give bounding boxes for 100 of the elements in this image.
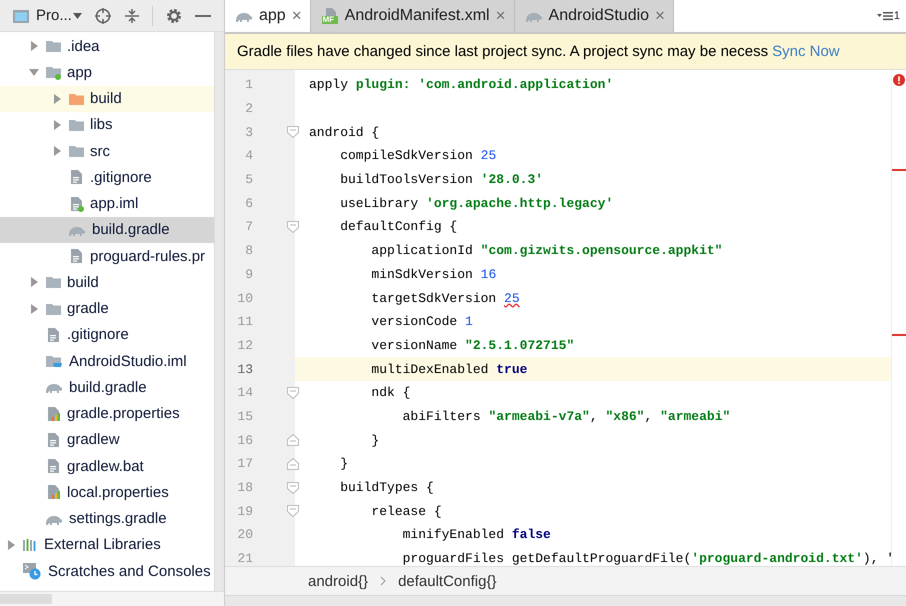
line-number: 17 — [236, 456, 253, 472]
fold-marker-icon[interactable] — [287, 386, 299, 399]
document-icon — [68, 196, 84, 212]
settings-icon[interactable] — [164, 6, 183, 24]
code-line: compileSdkVersion 25 — [339, 148, 496, 164]
line-number: 19 — [236, 504, 253, 519]
folder-icon — [45, 64, 61, 80]
fold-marker-icon[interactable] — [287, 505, 299, 518]
list-icon — [876, 11, 893, 21]
line-number: 14 — [236, 385, 253, 400]
code-line: } — [339, 456, 348, 472]
fold-marker-icon[interactable] — [287, 434, 299, 446]
fold-marker-icon[interactable] — [287, 458, 299, 470]
tree-item[interactable]: build — [0, 269, 214, 296]
tree-item[interactable]: gradlew.bat — [0, 453, 214, 480]
code-line: buildToolsVersion '28.0.3' — [339, 172, 544, 188]
fold-marker-icon[interactable] — [287, 220, 299, 233]
tree-item[interactable]: gradle.properties — [0, 400, 214, 427]
expand-arrow-icon[interactable] — [52, 94, 62, 104]
library-icon — [22, 536, 38, 553]
banner-message: Gradle files have changed since last project sync. A project sync may be necess — [237, 43, 768, 60]
expand-arrow-icon[interactable] — [6, 540, 16, 550]
code-line: android { — [308, 124, 380, 140]
code-line: targetSdkVersion 25 — [370, 290, 520, 306]
line-number: 12 — [236, 338, 253, 353]
tree-item[interactable]: app.iml — [0, 190, 214, 217]
line-number: 21 — [236, 551, 253, 566]
code-line: proguardFiles getDefaultProguardFile('proguard-android.txt'), ' — [402, 551, 894, 566]
tree-item[interactable]: .idea — [0, 33, 214, 60]
tree-item[interactable]: .gitignore — [0, 322, 214, 348]
tab-list-button[interactable]: 1 — [876, 0, 906, 32]
code-line: versionCode 1 — [370, 314, 473, 330]
line-number: 16 — [236, 432, 253, 448]
terminal-clock-icon — [22, 562, 42, 580]
fold-marker-icon[interactable] — [287, 126, 299, 138]
tree-item[interactable]: build.gradle — [0, 216, 214, 243]
tree-item[interactable]: libs — [0, 112, 214, 138]
collapse-arrow-icon[interactable] — [29, 67, 39, 78]
crosshair-icon[interactable] — [94, 6, 112, 24]
chevron-icon — [380, 576, 386, 586]
code-line: useLibrary 'org.apache.http.legacy' — [339, 196, 614, 211]
tree-item[interactable]: gradlew — [0, 426, 214, 453]
code-line: versionName "2.5.1.072715" — [370, 338, 574, 353]
tree-item[interactable]: local.properties — [0, 479, 214, 506]
code-line: } — [370, 432, 380, 448]
tree-item[interactable]: External Libraries — [0, 532, 214, 558]
tree-item[interactable]: gradle — [0, 296, 214, 322]
tree-item[interactable]: AndroidStudio.iml — [0, 348, 214, 374]
code-line: minifyEnabled false — [402, 527, 551, 542]
breadcrumb-item[interactable]: defaultConfig{} — [398, 572, 496, 590]
folder-icon — [45, 353, 63, 370]
expand-arrow-icon[interactable] — [29, 304, 39, 314]
tree-item[interactable]: build.gradle — [0, 374, 214, 400]
tree-item[interactable]: Scratches and Consoles — [0, 558, 214, 584]
code-line: multiDexEnabled true — [370, 362, 528, 377]
project-window-icon[interactable] — [12, 8, 30, 24]
folder-icon — [45, 274, 61, 290]
tree-item[interactable]: .gitignore — [0, 164, 214, 190]
code-line: ndk { — [370, 385, 410, 400]
line-number: 7 — [244, 219, 253, 234]
code-line: release { — [370, 504, 442, 519]
code-line: abiFilters "armeabi-v7a", "x86", "armeabi" — [402, 408, 730, 424]
line-number: 9 — [244, 266, 253, 282]
editor-tab[interactable]: AndroidStudio × — [514, 0, 674, 32]
caret-icon — [72, 12, 82, 18]
expand-arrow-icon[interactable] — [29, 41, 39, 52]
chart-document-icon — [45, 484, 61, 500]
line-number: 8 — [244, 243, 253, 258]
close-button[interactable]: × — [292, 6, 302, 26]
scrollbar-thumb[interactable] — [0, 594, 52, 604]
document-icon — [68, 169, 84, 186]
tree-item[interactable]: proguard-rules.pr — [0, 243, 214, 270]
line-number: 13 — [236, 362, 253, 377]
expand-arrow-icon[interactable] — [52, 146, 62, 156]
tree-item[interactable]: app — [0, 59, 214, 86]
fold-marker-icon[interactable] — [287, 482, 299, 494]
document-icon — [45, 432, 61, 448]
line-number: 18 — [236, 480, 253, 496]
code-line: defaultConfig { — [339, 219, 458, 234]
editor-tab[interactable]: MF AndroidManifest.xml × — [310, 0, 515, 32]
sync-now-link[interactable]: Sync Now — [772, 43, 840, 60]
tree-item[interactable]: settings.gradle — [0, 506, 214, 532]
line-number: 20 — [236, 527, 253, 542]
collapse-icon[interactable] — [124, 8, 140, 24]
line-number: 6 — [244, 196, 253, 211]
document-icon — [45, 458, 61, 474]
code-line: apply plugin: 'com.android.application' — [308, 77, 614, 92]
expand-arrow-icon[interactable] — [52, 120, 62, 130]
tree-item[interactable]: src — [0, 138, 214, 164]
line-number: 3 — [244, 124, 253, 140]
document-icon — [45, 326, 61, 343]
project-view-dropdown[interactable]: Pro... — [36, 7, 82, 24]
scrollbar[interactable] — [214, 32, 224, 591]
error-icon[interactable] — [893, 74, 905, 86]
code-line: minSdkVersion 16 — [370, 266, 496, 282]
line-number: 15 — [236, 408, 253, 424]
breadcrumb-item[interactable]: android{} — [308, 572, 368, 590]
tree-item[interactable]: build — [0, 86, 214, 112]
line-number: 1 — [244, 77, 253, 92]
expand-arrow-icon[interactable] — [29, 277, 39, 288]
